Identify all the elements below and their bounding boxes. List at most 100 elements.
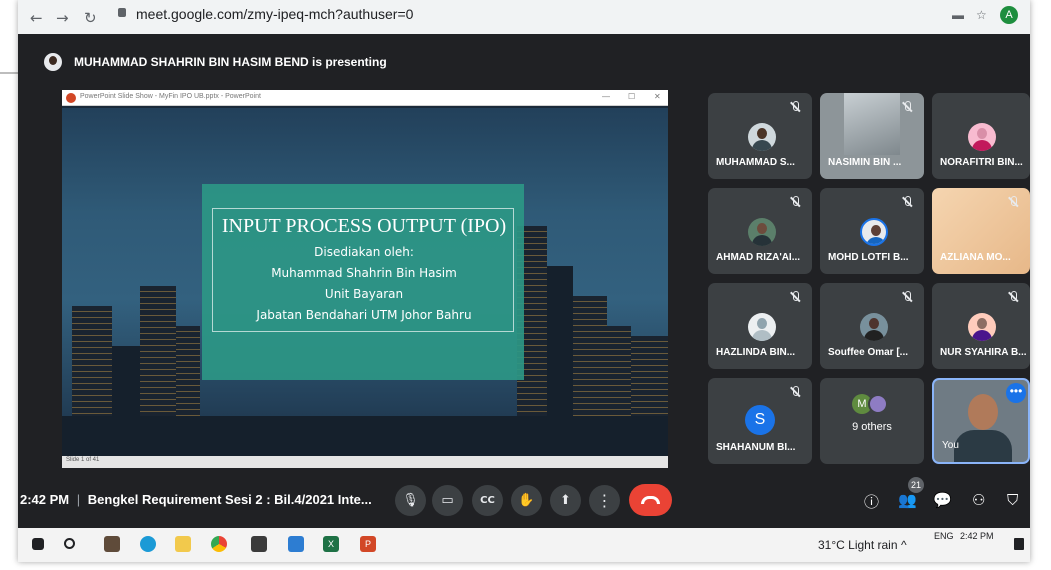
- excel-icon[interactable]: X: [323, 536, 339, 552]
- avatar: S: [745, 405, 775, 435]
- clock[interactable]: 2:42 PM: [960, 531, 994, 541]
- participant-tile[interactable]: S SHAHANUM BI...: [708, 378, 812, 464]
- host-controls-icon[interactable]: ⛉: [1007, 491, 1018, 509]
- powerpoint-window-title: PowerPoint Slide Show - MyFin IPO UB.ppt…: [80, 93, 261, 100]
- edge-icon[interactable]: [140, 536, 156, 552]
- slide-title: INPUT PROCESS OUTPUT (IPO): [221, 215, 507, 237]
- forward-icon[interactable]: →: [56, 9, 69, 27]
- input-language[interactable]: ENG: [934, 531, 954, 541]
- powerpoint-taskbar-icon[interactable]: P: [360, 536, 376, 552]
- app-icon[interactable]: [251, 536, 267, 552]
- participant-tile[interactable]: MOHD LOTFI B...: [820, 188, 924, 274]
- end-call-button[interactable]: [629, 484, 672, 516]
- video-feed: [844, 93, 900, 155]
- profile-avatar[interactable]: A: [1000, 6, 1018, 24]
- participant-name: HAZLINDA BIN...: [716, 347, 796, 358]
- mic-button[interactable]: 🎙: [395, 485, 426, 516]
- mic-off-icon: [788, 385, 802, 399]
- avatar: [868, 394, 888, 414]
- phone-icon: [641, 496, 660, 504]
- participant-name: NUR SYAHIRA B...: [940, 347, 1027, 358]
- participant-tile[interactable]: AHMAD RIZA'AI...: [708, 188, 812, 274]
- participant-name: NORAFITRI BIN...: [940, 157, 1023, 168]
- others-count: 9 others: [852, 421, 892, 433]
- presenter-banner: MUHAMMAD SHAHRIN BIN HASIM BEND is prese…: [18, 44, 1030, 78]
- presentation-stage[interactable]: PowerPoint Slide Show - MyFin IPO UB.ppt…: [62, 90, 668, 468]
- participant-tile[interactable]: AZLIANA MO...: [932, 188, 1030, 274]
- title-card: INPUT PROCESS OUTPUT (IPO) Disediakan ol…: [202, 184, 524, 380]
- participant-tile[interactable]: Souffee Omar [...: [820, 283, 924, 369]
- participant-name: You: [942, 440, 959, 451]
- weather-widget[interactable]: 31°C Light rain: [818, 538, 898, 552]
- participant-tile[interactable]: HAZLINDA BIN...: [708, 283, 812, 369]
- slide-counter: Slide 1 of 41: [66, 457, 100, 463]
- notifications-icon[interactable]: [1014, 538, 1024, 550]
- mic-off-icon: [900, 290, 914, 304]
- mic-off-icon: [788, 195, 802, 209]
- skyline-base: [62, 416, 668, 456]
- participant-name: MOHD LOTFI B...: [828, 252, 909, 263]
- slide-subtitle-1: Disediakan oleh:: [314, 245, 414, 259]
- avatar: [860, 313, 888, 341]
- time-label: 2:42 PM: [20, 492, 70, 507]
- present-button[interactable]: ⬆: [550, 485, 581, 516]
- address-bar[interactable]: meet.google.com/zmy-ipeq-mch?authuser=0: [136, 6, 413, 22]
- powerpoint-statusbar: Slide 1 of 41: [62, 456, 668, 468]
- close-icon: ✕: [654, 92, 661, 101]
- participant-tile[interactable]: NASIMIN BIN ...: [820, 93, 924, 179]
- file-explorer-icon[interactable]: [175, 536, 191, 552]
- participant-name: AZLIANA MO...: [940, 252, 1011, 263]
- participant-tile[interactable]: NORAFITRI BIN...: [932, 93, 1030, 179]
- mic-off-icon: [788, 100, 802, 114]
- more-options-button[interactable]: ⋮: [589, 485, 620, 516]
- avatar: [748, 218, 776, 246]
- slide-subtitle-2: Muhammad Shahrin Bin Hasim: [271, 266, 457, 280]
- search-icon[interactable]: [64, 538, 75, 549]
- slide-content: INPUT PROCESS OUTPUT (IPO) Disediakan ol…: [62, 108, 668, 456]
- reload-icon[interactable]: ↻: [84, 9, 97, 27]
- participant-count-badge: 21: [908, 477, 924, 493]
- app-icon[interactable]: [288, 536, 304, 552]
- participant-name: SHAHANUM BI...: [716, 442, 796, 453]
- key-icon[interactable]: ▬: [952, 8, 964, 22]
- chrome-icon[interactable]: [211, 536, 227, 552]
- participant-name: AHMAD RIZA'AI...: [716, 252, 801, 263]
- avatar: [968, 313, 996, 341]
- avatar: [748, 123, 776, 151]
- restore-icon: ☐: [628, 92, 636, 101]
- mic-off-icon: [1006, 195, 1020, 209]
- slide-subtitle-3: Unit Bayaran: [324, 287, 404, 301]
- avatar: [860, 218, 888, 246]
- avatar: [968, 123, 996, 151]
- tray-chevron-icon[interactable]: ^: [901, 538, 907, 552]
- avatar: [748, 313, 776, 341]
- windows-start-icon[interactable]: [32, 538, 44, 550]
- captions-button[interactable]: CC: [472, 485, 503, 516]
- windows-taskbar: X P 31°C Light rain ^ ENG 2:42 PM: [18, 528, 1030, 562]
- activities-icon[interactable]: ⚇: [972, 491, 985, 509]
- camera-button[interactable]: ▭: [432, 485, 463, 516]
- participant-tile[interactable]: MUHAMMAD S...: [708, 93, 812, 179]
- powerpoint-icon: [66, 93, 76, 103]
- self-video-face: [968, 394, 998, 430]
- raise-hand-button[interactable]: ✋: [511, 485, 542, 516]
- mic-off-icon: [788, 290, 802, 304]
- info-icon[interactable]: ⓘ: [864, 491, 879, 512]
- others-tile[interactable]: M 9 others: [820, 378, 924, 464]
- lock-icon: [118, 8, 126, 17]
- people-icon[interactable]: 👥: [898, 491, 917, 509]
- store-icon[interactable]: [104, 536, 120, 552]
- more-options-icon[interactable]: •••: [1006, 383, 1026, 403]
- presenter-avatar: [44, 53, 62, 71]
- separator: |: [76, 492, 81, 507]
- self-tile[interactable]: ••• You: [932, 378, 1030, 464]
- meeting-time: 2:42 PM | Bengkel Requirement Sesi 2 : B…: [20, 492, 372, 507]
- powerpoint-titlebar: PowerPoint Slide Show - MyFin IPO UB.ppt…: [62, 90, 668, 106]
- participant-name: Souffee Omar [...: [828, 347, 909, 358]
- chat-icon[interactable]: 💬: [933, 491, 952, 509]
- bookmark-star-icon[interactable]: ☆: [976, 8, 987, 22]
- participant-tile[interactable]: NUR SYAHIRA B...: [932, 283, 1030, 369]
- back-icon[interactable]: ←: [30, 9, 43, 27]
- minimize-icon: —: [602, 92, 610, 101]
- presenter-label: MUHAMMAD SHAHRIN BIN HASIM BEND is prese…: [74, 55, 387, 69]
